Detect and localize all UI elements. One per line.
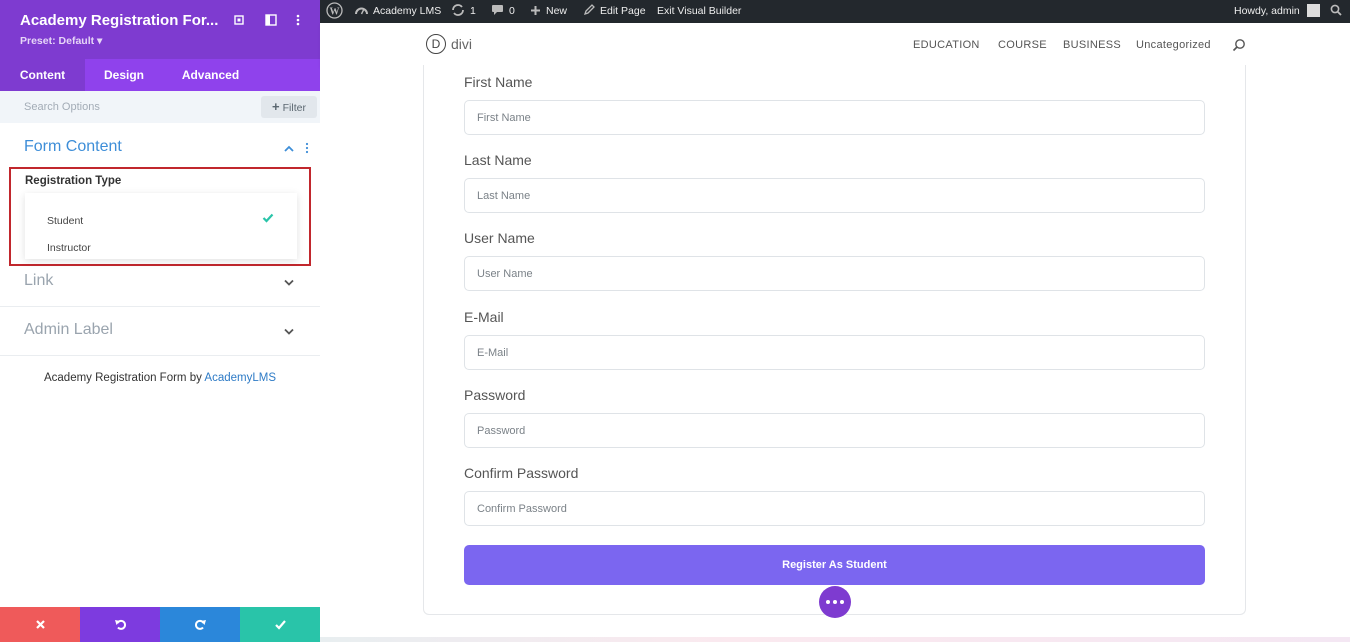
comments-link[interactable]: 0 <box>491 0 515 23</box>
email-input[interactable] <box>464 335 1205 370</box>
user-name-input[interactable] <box>464 256 1205 291</box>
chevron-down-icon <box>284 328 294 335</box>
credit-link[interactable]: AcademyLMS <box>204 372 276 384</box>
admin-search[interactable] <box>1330 0 1347 23</box>
tab-design[interactable]: Design <box>85 59 163 91</box>
user-name-label: User Name <box>464 230 535 246</box>
footer-strip <box>320 637 1350 642</box>
site-header: D divi EDUCATION COURSE BUSINESS Uncateg… <box>320 23 1350 67</box>
builder-canvas: First Name Last Name User Name E-Mail Pa… <box>320 65 1350 642</box>
dot-icon <box>840 600 844 604</box>
section-admin-label[interactable]: Admin Label <box>0 307 320 356</box>
nav-uncategorized[interactable]: Uncategorized <box>1136 39 1211 51</box>
redo-button[interactable] <box>160 607 240 642</box>
registration-form: First Name Last Name User Name E-Mail Pa… <box>423 65 1246 618</box>
howdy-label: Howdy, admin <box>1234 5 1300 17</box>
save-button[interactable] <box>240 607 320 642</box>
updates-icon <box>452 4 464 17</box>
panel-action-bar <box>0 607 320 642</box>
close-icon <box>36 620 45 629</box>
chevron-down-icon <box>284 279 294 286</box>
tab-advanced[interactable]: Advanced <box>163 59 258 91</box>
module-title: Academy Registration For... <box>20 12 219 29</box>
check-icon <box>275 620 286 630</box>
check-icon <box>262 213 274 223</box>
updates-count: 1 <box>470 5 476 17</box>
search-row: +Filter <box>0 91 320 123</box>
panel-header: Academy Registration For... Preset: Defa… <box>0 0 320 59</box>
wordpress-logo[interactable]: W <box>326 0 348 23</box>
new-content-link[interactable]: New <box>530 0 567 23</box>
dashboard-icon <box>355 7 368 15</box>
nav-business[interactable]: BUSINESS <box>1063 39 1121 51</box>
updates-link[interactable]: 1 <box>451 0 476 23</box>
search-icon <box>1330 4 1342 16</box>
password-input[interactable] <box>464 413 1205 448</box>
last-name-label: Last Name <box>464 152 532 168</box>
confirm-password-input[interactable] <box>464 491 1205 526</box>
section-title-link: Link <box>24 272 54 289</box>
credit-text: Academy Registration Form by <box>43 372 205 384</box>
section-link[interactable]: Link <box>0 258 320 307</box>
nav-course[interactable]: COURSE <box>998 39 1047 51</box>
pencil-icon <box>583 4 595 16</box>
cancel-button[interactable] <box>0 607 80 642</box>
more-options-icon[interactable] <box>291 13 305 27</box>
section-title-admin-label: Admin Label <box>24 321 113 338</box>
dot-icon <box>833 600 837 604</box>
wordpress-icon: W <box>326 2 343 19</box>
comment-icon <box>492 5 503 16</box>
last-name-input[interactable] <box>464 178 1205 213</box>
section-more-icon[interactable] <box>305 142 309 154</box>
split-view-icon[interactable] <box>264 13 278 27</box>
edit-page-label: Edit Page <box>600 5 646 17</box>
account-menu[interactable]: Howdy, admin <box>1234 0 1320 23</box>
option-student[interactable]: Student <box>47 215 83 227</box>
site-logo-text[interactable]: divi <box>451 36 472 52</box>
new-label: New <box>546 5 568 17</box>
search-options-input[interactable] <box>12 96 252 118</box>
first-name-label: First Name <box>464 74 533 90</box>
section-title-form-content[interactable]: Form Content <box>24 138 122 156</box>
nav-education[interactable]: EDUCATION <box>913 39 980 51</box>
confirm-password-label: Confirm Password <box>464 465 579 481</box>
redo-icon <box>194 619 206 630</box>
site-name-link[interactable]: Academy LMS <box>355 0 441 23</box>
avatar <box>1306 3 1320 17</box>
undo-icon <box>115 619 127 630</box>
chevron-up-icon[interactable] <box>283 144 295 152</box>
password-label: Password <box>464 387 526 403</box>
section-form-content: Form Content Registration Type Student I… <box>0 123 320 273</box>
registration-type-highlight: Registration Type Student Instructor <box>9 167 311 266</box>
plus-icon <box>531 5 540 15</box>
filter-label: Filter <box>282 102 306 114</box>
tab-content[interactable]: Content <box>0 59 85 91</box>
filter-button[interactable]: + Filter <box>261 96 317 118</box>
site-logo-mark[interactable]: D <box>426 34 446 54</box>
dot-icon <box>826 600 830 604</box>
expand-icon[interactable] <box>232 13 246 27</box>
first-name-input[interactable] <box>464 100 1205 135</box>
plus-icon: + <box>272 99 280 114</box>
search-icon[interactable] <box>1232 38 1246 52</box>
comments-count: 0 <box>509 5 515 17</box>
preset-selector[interactable]: Preset: Default ▾ <box>20 35 102 47</box>
edit-page-link[interactable]: Edit Page <box>583 0 646 23</box>
panel-tabs: Content Design Advanced <box>0 59 320 91</box>
register-button[interactable]: Register As Student <box>464 545 1205 585</box>
exit-visual-builder-link[interactable]: Exit Visual Builder <box>657 0 741 23</box>
module-more-button[interactable] <box>819 586 851 618</box>
undo-button[interactable] <box>80 607 160 642</box>
settings-panel: Academy Registration For... Preset: Defa… <box>0 0 320 642</box>
svg-text:W: W <box>330 6 340 17</box>
wp-admin-bar: W Academy LMS 1 0 New Edit Page Exit Vis… <box>320 0 1350 23</box>
option-instructor[interactable]: Instructor <box>47 242 91 254</box>
email-label: E-Mail <box>464 309 504 325</box>
site-name: Academy LMS <box>373 5 442 17</box>
module-credit: Academy Registration Form by AcademyLMS <box>0 372 320 384</box>
registration-type-dropdown[interactable]: Student Instructor <box>25 193 297 259</box>
registration-type-label: Registration Type <box>25 175 122 187</box>
